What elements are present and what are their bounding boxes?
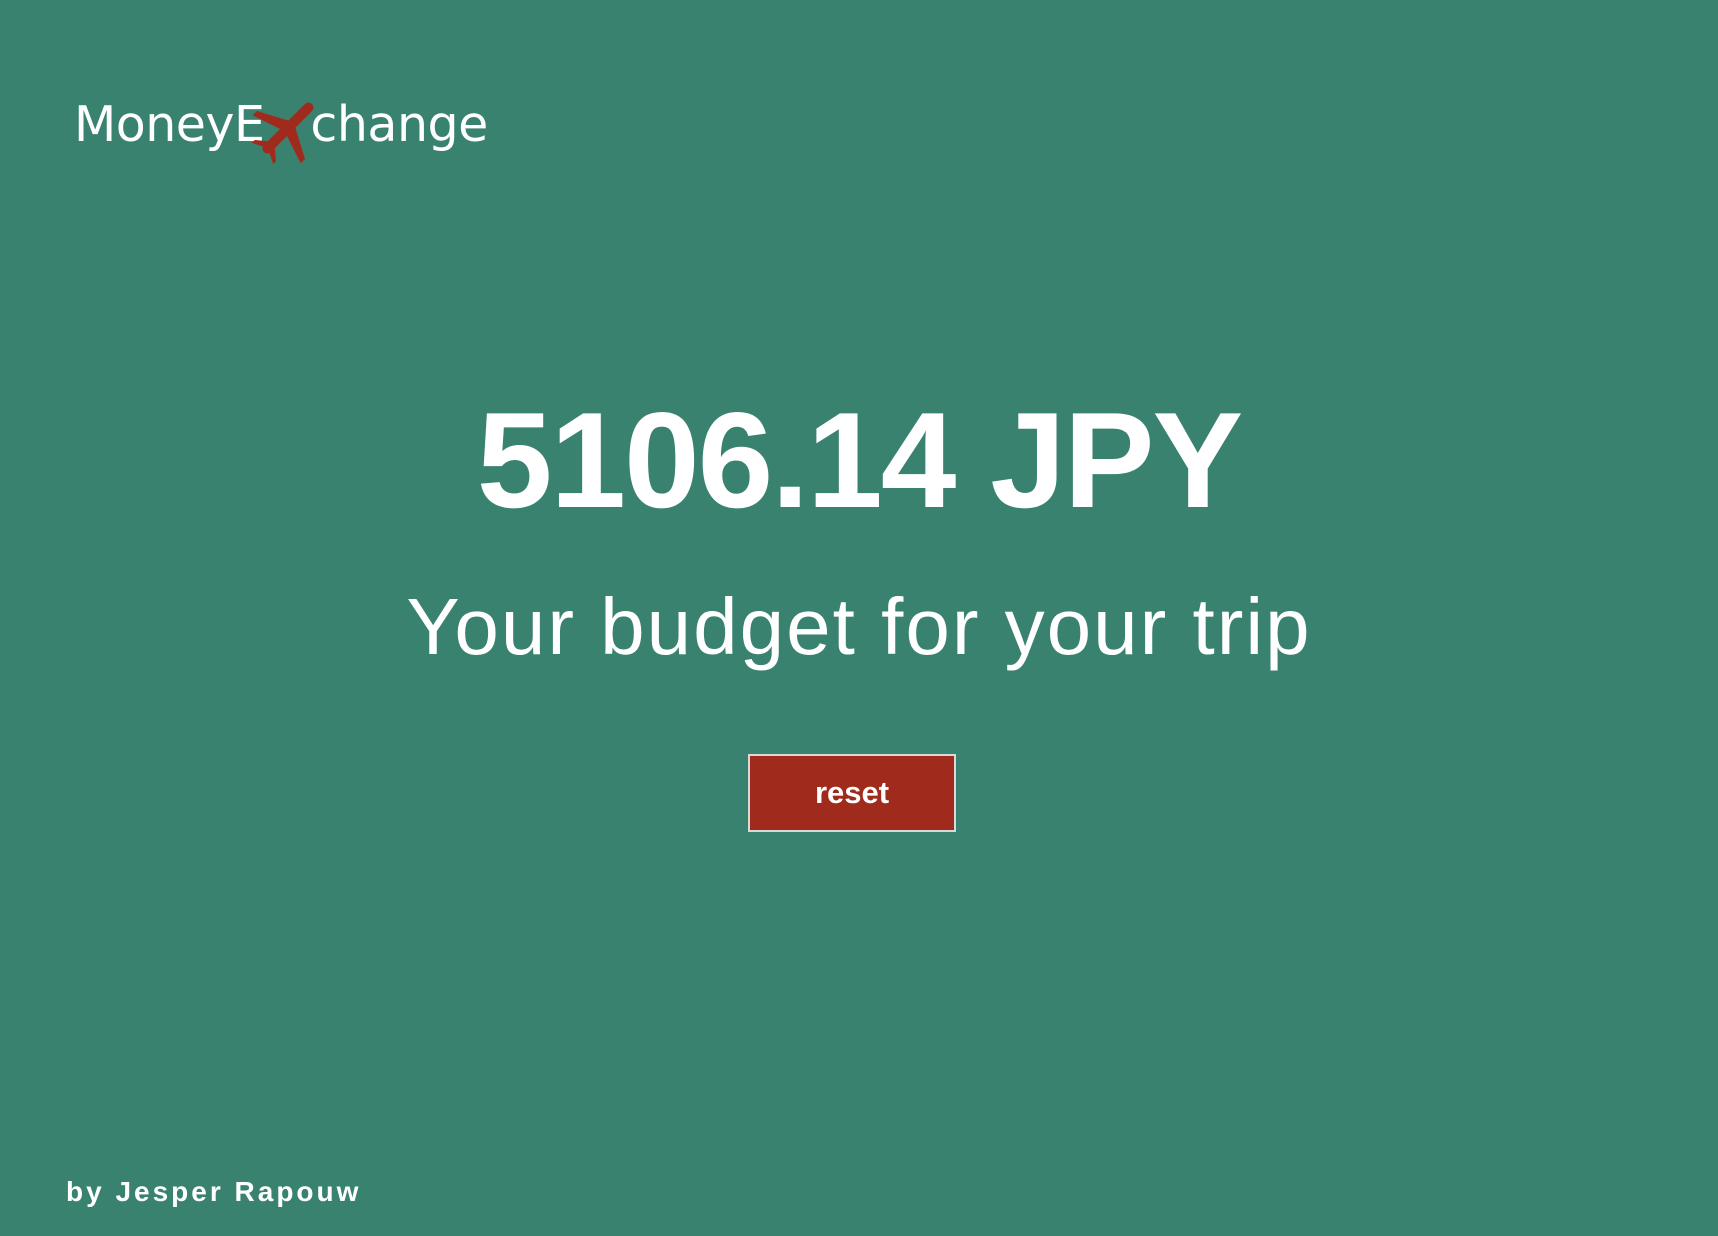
reset-button[interactable]: reset xyxy=(748,754,956,832)
logo-text-prefix: MoneyE xyxy=(74,95,265,153)
author-credit: by Jesper Rapouw xyxy=(66,1176,362,1207)
logo-text-suffix: change xyxy=(310,95,488,153)
budget-amount: 5106.14 JPY xyxy=(476,384,1243,536)
app-logo[interactable]: MoneyE change xyxy=(74,84,488,165)
airplane-icon xyxy=(252,88,324,168)
budget-caption: Your budget for your trip xyxy=(406,582,1312,671)
